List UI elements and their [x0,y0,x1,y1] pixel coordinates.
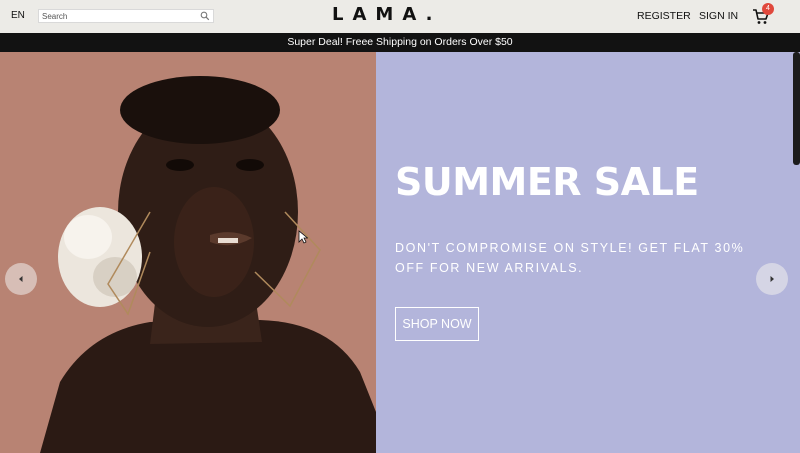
model-photo [0,52,376,453]
announcement-bar: Super Deal! Freee Shipping on Orders Ove… [0,33,800,52]
hero-info: SUMMER SALE DON'T COMPROMISE ON STYLE! G… [376,52,800,453]
arrow-left-icon [19,276,23,282]
slider-next-button[interactable] [756,263,788,295]
page-scrollbar[interactable] [793,52,800,165]
brand-logo[interactable]: LAMA. [332,4,441,25]
hero-title: SUMMER SALE [395,160,699,204]
slider-prev-button[interactable] [5,263,37,295]
hero-slider: SUMMER SALE DON'T COMPROMISE ON STYLE! G… [0,52,800,453]
search-icon[interactable] [200,11,210,21]
language-selector[interactable]: EN [11,10,25,21]
register-link[interactable]: REGISTER [637,10,691,22]
navbar: EN LAMA. REGISTER SIGN IN 4 [0,0,800,33]
arrow-right-icon [770,276,774,282]
signin-link[interactable]: SIGN IN [699,10,738,22]
hero-image [0,52,376,453]
search-input[interactable] [39,10,197,22]
search-container[interactable] [38,9,214,23]
shop-now-button[interactable]: SHOP NOW [395,307,479,341]
hero-description: DON'T COMPROMISE ON STYLE! GET FLAT 30% … [395,241,745,275]
mouse-cursor-icon [298,230,308,244]
cart-badge: 4 [762,3,774,15]
